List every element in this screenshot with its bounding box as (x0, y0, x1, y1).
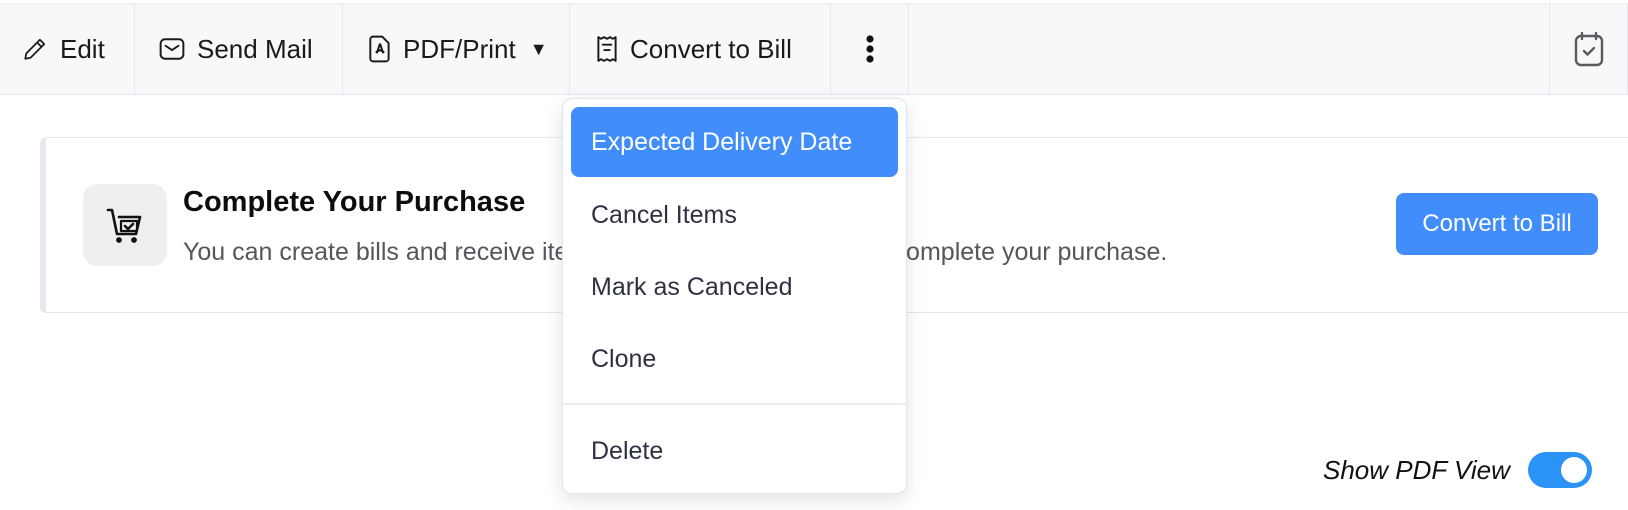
menu-item-clone[interactable]: Clone (571, 323, 898, 395)
convert-to-bill-label: Convert to Bill (630, 33, 792, 64)
receipt-icon (596, 35, 618, 63)
menu-item-delete[interactable]: Delete (571, 411, 898, 491)
calendar-button[interactable] (1550, 4, 1628, 94)
edit-button[interactable]: Edit (0, 4, 135, 94)
show-pdf-view-switch[interactable] (1527, 452, 1592, 488)
menu-item-mark-as-canceled[interactable]: Mark as Canceled (571, 251, 898, 323)
send-mail-label: Send Mail (197, 33, 313, 64)
convert-to-bill-button[interactable]: Convert to Bill (570, 4, 831, 94)
cart-check-icon (83, 184, 167, 266)
send-mail-button[interactable]: Send Mail (135, 4, 343, 94)
more-actions-button[interactable] (831, 4, 909, 94)
toolbar-spacer (909, 4, 1550, 94)
show-pdf-view-label: Show PDF View (1323, 454, 1510, 485)
pdf-file-icon (369, 35, 391, 63)
more-vertical-icon (865, 34, 875, 64)
envelope-icon (159, 37, 185, 61)
pdf-print-label: PDF/Print (403, 33, 516, 64)
caret-down-icon: ▼ (529, 38, 548, 59)
pencil-icon (22, 36, 48, 62)
menu-divider (563, 403, 906, 405)
menu-item-expected-delivery-date[interactable]: Expected Delivery Date (571, 107, 898, 177)
calendar-check-icon (1574, 31, 1604, 67)
show-pdf-view-toggle-row: Show PDF View (1323, 452, 1592, 488)
menu-item-cancel-items[interactable]: Cancel Items (571, 179, 898, 251)
pdf-print-dropdown[interactable]: PDF/Print ▼ (343, 4, 570, 94)
card-title: Complete Your Purchase (183, 186, 526, 218)
edit-label: Edit (60, 33, 105, 64)
switch-knob (1560, 457, 1587, 483)
more-actions-menu: Expected Delivery Date Cancel Items Mark… (562, 98, 907, 494)
toolbar: Edit Send Mail PDF/Print ▼ Convert to Bi… (0, 3, 1628, 95)
card-convert-to-bill-button[interactable]: Convert to Bill (1396, 193, 1598, 255)
